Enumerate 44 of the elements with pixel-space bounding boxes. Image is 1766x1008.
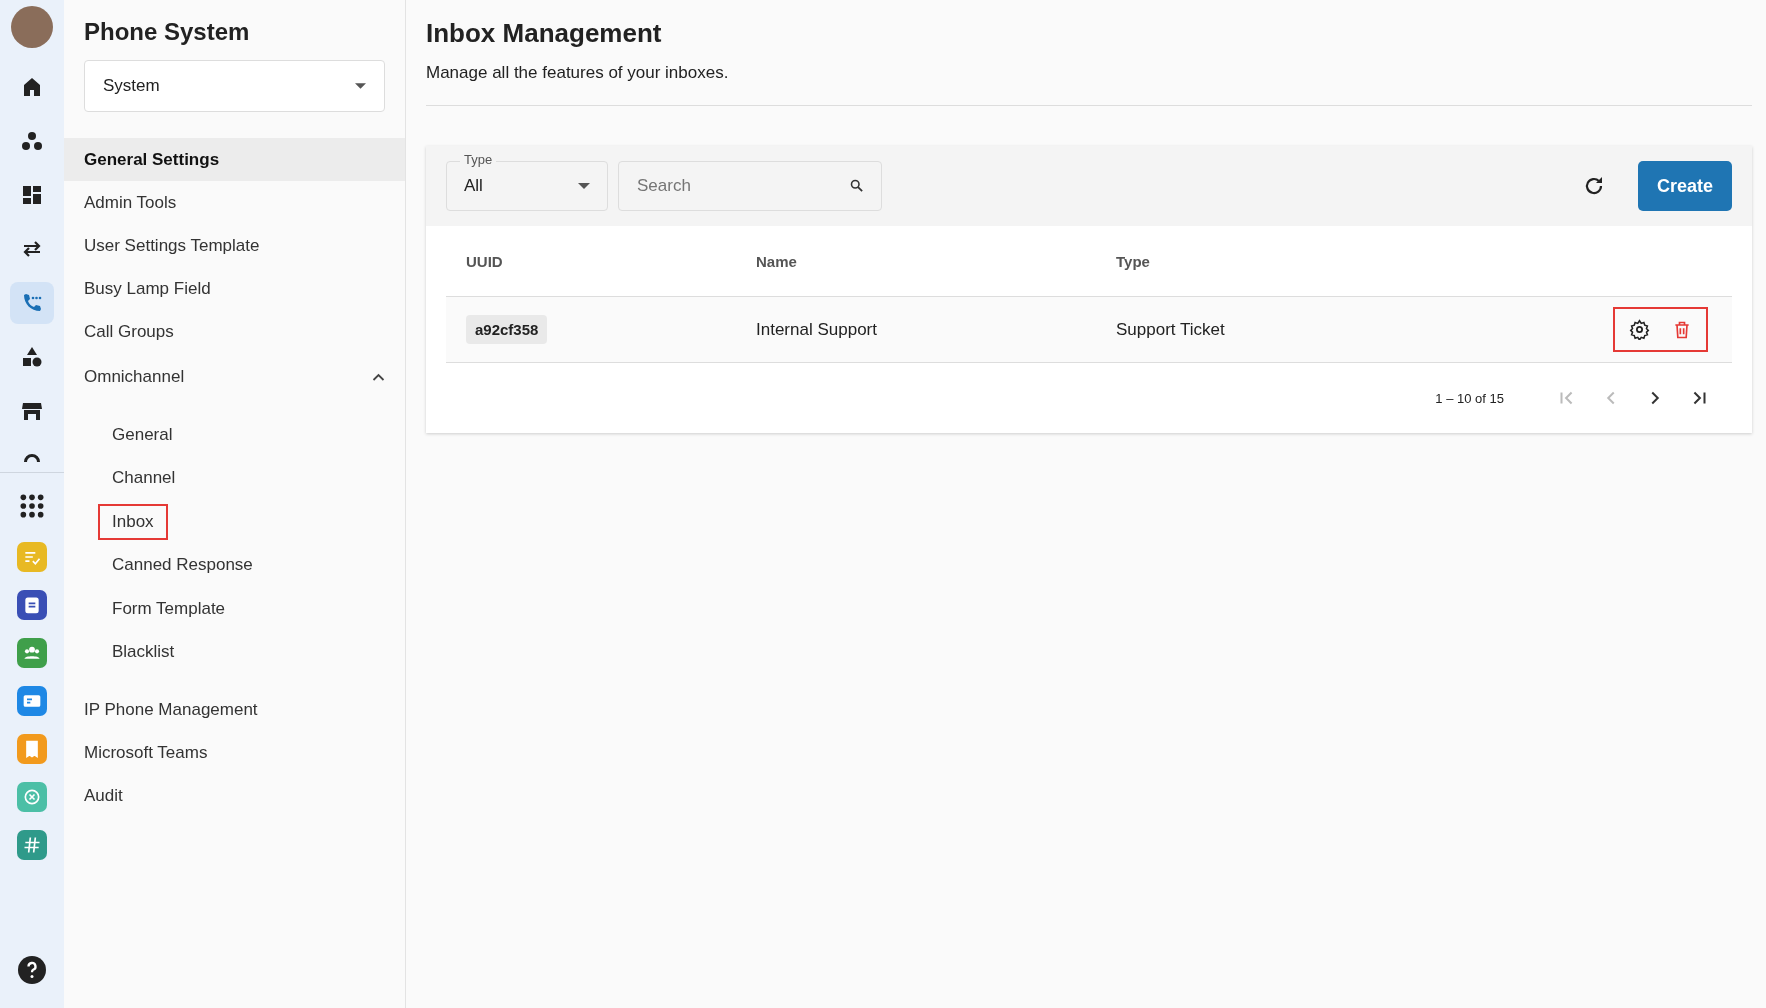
- sidebar-item[interactable]: Audit: [64, 774, 405, 817]
- chevron-icon: [372, 373, 385, 381]
- card-app-icon[interactable]: [17, 686, 47, 716]
- type-select[interactable]: Type All: [446, 152, 608, 211]
- table-cell-text: Support Ticket: [1115, 319, 1226, 340]
- sidebar-item[interactable]: Busy Lamp Field: [64, 267, 405, 310]
- page-subtitle: Manage all the features of your inboxes.: [426, 63, 730, 83]
- sidebar-subitem[interactable]: Canned Response: [98, 547, 267, 584]
- sidebar-item[interactable]: User Settings Template: [64, 224, 405, 267]
- uuid-tag: a92cf358: [466, 314, 548, 344]
- sidebar-title: Phone System: [84, 18, 251, 46]
- caret-icon: [355, 83, 366, 89]
- sidebar-item[interactable]: IP Phone Management: [64, 688, 405, 731]
- delete-icon[interactable]: [1672, 319, 1692, 340]
- phone-icon[interactable]: [10, 282, 54, 324]
- create-button[interactable]: Create: [1638, 161, 1732, 211]
- sidebar-subitem[interactable]: Blacklist: [98, 634, 189, 671]
- hash-app-icon[interactable]: [17, 830, 47, 860]
- sidebar-subitem[interactable]: Form Template: [98, 590, 240, 627]
- search-field[interactable]: Search: [618, 161, 882, 211]
- column-header: Type: [1115, 252, 1151, 270]
- group-app-icon[interactable]: [17, 638, 47, 668]
- sidebar-subitem[interactable]: General: [98, 416, 187, 453]
- column-header: UUID: [465, 252, 504, 270]
- sidebar-subitem[interactable]: Inbox: [98, 503, 168, 540]
- caret-icon: [578, 183, 590, 189]
- search-icon: [849, 178, 864, 193]
- sidebar-item[interactable]: Microsoft Teams: [64, 731, 405, 774]
- table-cell-text: Internal Support: [755, 319, 878, 340]
- avatar[interactable]: [11, 6, 53, 48]
- settings-icon[interactable]: [1629, 319, 1650, 340]
- sidebar-group[interactable]: Omnichannel: [64, 353, 405, 401]
- clipboard-app-icon[interactable]: [17, 590, 47, 620]
- help-icon[interactable]: [18, 956, 46, 984]
- column-header: Name: [755, 252, 798, 270]
- system-select[interactable]: System: [84, 60, 385, 112]
- sidebar-item[interactable]: Admin Tools: [64, 181, 405, 224]
- pagination-range: 1 – 10 of 15: [1435, 390, 1504, 406]
- apps-grid-icon[interactable]: [19, 493, 45, 519]
- page-title: Inbox Management: [426, 18, 663, 49]
- sidebar-subitem[interactable]: Channel: [98, 460, 190, 497]
- sidebar-item[interactable]: General Settings: [64, 138, 405, 181]
- sidebar-item[interactable]: Call Groups: [64, 310, 405, 353]
- type-label: Type: [460, 152, 497, 168]
